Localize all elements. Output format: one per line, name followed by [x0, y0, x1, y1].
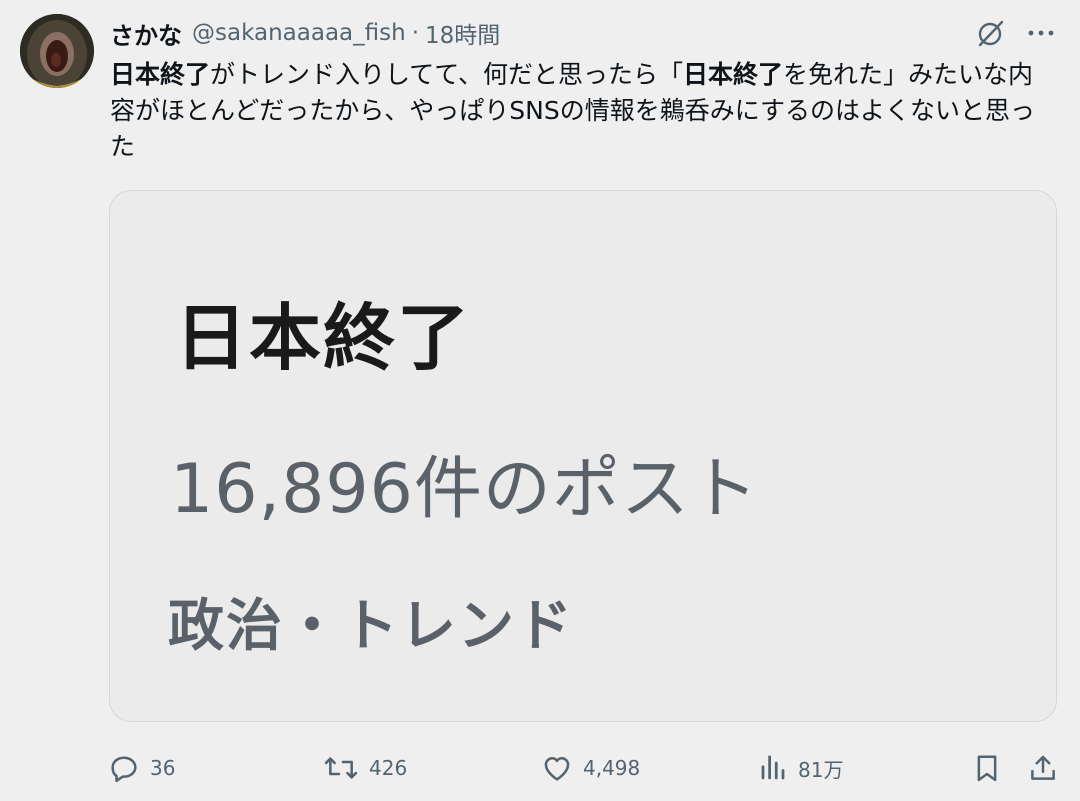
post-top-actions [974, 16, 1058, 50]
action-bar: 36 426 4,498 81万 [108, 748, 1060, 788]
grok-icon[interactable] [974, 16, 1008, 50]
bookmark-button[interactable] [972, 748, 1012, 788]
trend-post-count: 16,896件のポスト [170, 450, 759, 529]
views-icon [761, 755, 785, 780]
like-count: 4,498 [583, 756, 641, 780]
separator-dot: · [411, 20, 419, 46]
post-text-bold-segment: 日本終了 [683, 60, 784, 89]
repost-icon [324, 757, 358, 779]
share-icon [1031, 755, 1055, 780]
views-button[interactable]: 81万 [758, 748, 843, 788]
trend-category: 政治・トレンド [168, 594, 574, 659]
heart-icon [544, 757, 570, 781]
repost-count: 426 [369, 756, 408, 780]
reply-count: 36 [150, 756, 176, 780]
display-name[interactable]: さかな [110, 16, 182, 51]
post-timestamp[interactable]: 18時間 [425, 16, 500, 50]
like-button[interactable]: 4,498 [541, 748, 640, 788]
post-text-bold-segment: 日本終了 [110, 60, 211, 89]
trend-title: 日本終了 [175, 296, 472, 380]
avatar[interactable] [20, 14, 94, 88]
more-icon[interactable] [1024, 16, 1058, 50]
post-text: 日本終了がトレンド入りしてて、何だと思ったら「日本終了を免れた」みたいな内容がほ… [110, 57, 1050, 165]
reply-button[interactable]: 36 [108, 748, 175, 788]
user-handle[interactable]: @sakanaaaaa_fish [192, 20, 406, 46]
avatar-image [20, 14, 94, 88]
share-button[interactable] [1028, 748, 1068, 788]
repost-button[interactable]: 426 [323, 748, 407, 788]
reply-icon [111, 756, 137, 783]
post-text-segment: がトレンド入りしてて、何だと思ったら「 [210, 60, 684, 89]
post-header: さかな @sakanaaaaa_fish · 18時間 [110, 16, 500, 50]
bookmark-icon [977, 755, 997, 782]
views-count: 81万 [798, 757, 844, 782]
trend-card-image[interactable]: 日本終了 16,896件のポスト 政治・トレンド [109, 190, 1057, 722]
